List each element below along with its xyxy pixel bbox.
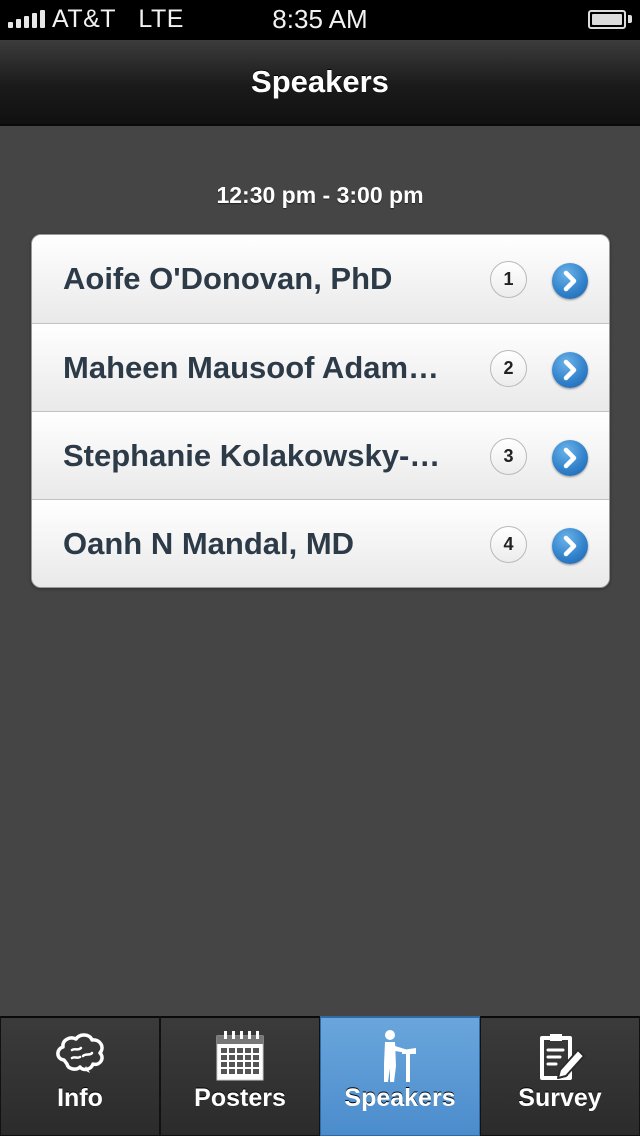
page-title: Speakers	[251, 64, 389, 99]
tab-survey[interactable]: Survey	[480, 1016, 640, 1136]
battery-tip	[628, 15, 632, 23]
calendar-icon	[216, 1031, 264, 1081]
speaker-list: Aoife O'Donovan, PhD 1 Maheen Mausoof Ad…	[31, 234, 610, 588]
speaker-name: Maheen Mausoof Adam…	[63, 350, 440, 385]
tab-label: Info	[57, 1084, 103, 1112]
speaker-row[interactable]: Aoife O'Donovan, PhD 1	[32, 235, 609, 323]
battery-icon	[588, 10, 626, 29]
signal-strength-icon	[8, 10, 45, 28]
speaker-name: Aoife O'Donovan, PhD	[63, 261, 393, 296]
speaker-podium-icon	[384, 1030, 416, 1082]
speaker-row[interactable]: Maheen Mausoof Adam… 2	[32, 323, 609, 411]
disclosure-arrow-icon[interactable]	[552, 263, 588, 299]
speaker-row[interactable]: Stephanie Kolakowsky-… 3	[32, 411, 609, 499]
network-type: LTE	[138, 5, 184, 33]
brain-icon	[56, 1033, 104, 1073]
disclosure-arrow-icon[interactable]	[552, 352, 588, 388]
tab-bar: Info Posters Speakers Survey	[0, 1016, 640, 1136]
disclosure-arrow-icon[interactable]	[552, 440, 588, 476]
tab-label: Speakers	[344, 1084, 456, 1112]
count-badge: 2	[490, 350, 527, 387]
tab-label: Survey	[518, 1084, 602, 1112]
speaker-name: Stephanie Kolakowsky-…	[63, 438, 441, 473]
navigation-bar: Speakers	[0, 40, 640, 126]
clipboard-pen-icon	[540, 1034, 585, 1080]
count-badge: 1	[490, 261, 527, 298]
disclosure-arrow-icon[interactable]	[552, 528, 588, 564]
tab-posters[interactable]: Posters	[160, 1016, 320, 1136]
carrier-label: AT&T LTE	[52, 5, 184, 33]
time-range-header: 12:30 pm - 3:00 pm	[216, 182, 424, 208]
tab-label: Posters	[194, 1084, 286, 1112]
tab-speakers[interactable]: Speakers	[320, 1016, 480, 1136]
tab-info[interactable]: Info	[0, 1016, 160, 1136]
speaker-name: Oanh N Mandal, MD	[63, 526, 355, 561]
speaker-row[interactable]: Oanh N Mandal, MD 4	[32, 499, 609, 587]
count-badge: 3	[490, 438, 527, 475]
status-bar: AT&T LTE 8:35 AM	[0, 0, 640, 40]
count-badge: 4	[490, 526, 527, 563]
